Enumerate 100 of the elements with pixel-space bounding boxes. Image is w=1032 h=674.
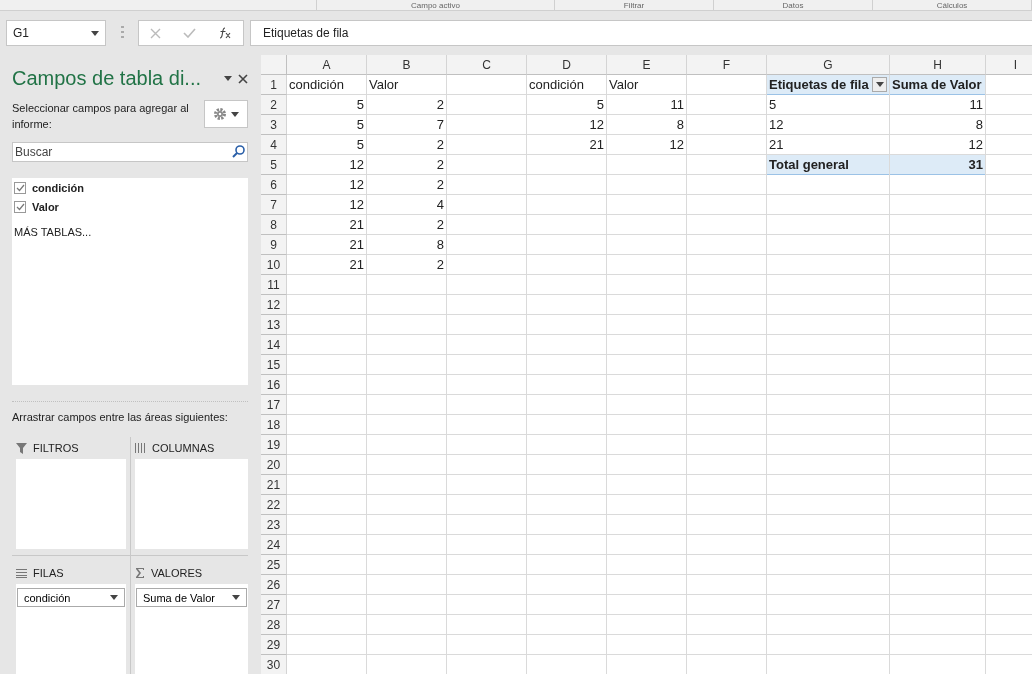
field-label[interactable]: condición <box>32 182 84 194</box>
column-header[interactable]: H <box>890 55 986 75</box>
table-cell-text: 12 <box>348 156 365 174</box>
function-icon[interactable] <box>218 27 232 39</box>
column-header[interactable]: E <box>607 55 687 75</box>
table-cell-text: 11 <box>968 96 984 114</box>
search-field[interactable]: Buscar <box>12 142 248 162</box>
row-header[interactable]: 11 <box>261 275 287 295</box>
table-cell-text: 4 <box>435 196 445 214</box>
row-header[interactable]: 8 <box>261 215 287 235</box>
filter-icon <box>16 442 27 454</box>
row-header[interactable]: 10 <box>261 255 287 275</box>
table-cell-text: 2 <box>435 136 445 154</box>
row-header[interactable]: 4 <box>261 135 287 155</box>
row-header[interactable]: 27 <box>261 595 287 615</box>
row-header[interactable]: 20 <box>261 455 287 475</box>
formula-field[interactable]: Etiquetas de fila <box>250 20 1032 46</box>
ribbon-group-label: Datos <box>714 0 873 10</box>
table-cell-text: 2 <box>435 96 445 114</box>
table-cell-text: 21 <box>588 136 605 154</box>
column-header[interactable]: B <box>367 55 447 75</box>
caret-icon <box>232 595 240 600</box>
column-header[interactable]: I <box>986 55 1032 75</box>
area-field-button[interactable]: Suma de Valor <box>136 588 247 607</box>
table-cell-text: Valor <box>608 76 640 94</box>
row-header[interactable]: 15 <box>261 355 287 375</box>
table-cell-text: 21 <box>348 256 365 274</box>
column-header[interactable]: G <box>767 55 890 75</box>
more-tables-link[interactable]: MÁS TABLAS... <box>14 226 246 238</box>
column-header[interactable]: F <box>687 55 767 75</box>
row-header[interactable]: 19 <box>261 435 287 455</box>
table-cell-text: 2 <box>435 216 445 234</box>
row-header[interactable]: 30 <box>261 655 287 674</box>
row-header[interactable]: 13 <box>261 315 287 335</box>
field-label[interactable]: Valor <box>32 201 59 213</box>
area-label: COLUMNAS <box>152 442 215 454</box>
rows-icon <box>16 568 27 578</box>
pane-options-icon <box>224 76 232 81</box>
row-header[interactable]: 21 <box>261 475 287 495</box>
row-header[interactable]: 17 <box>261 395 287 415</box>
table-cell: 31 <box>890 155 985 174</box>
table-cell-text: 12 <box>768 116 785 134</box>
row-header[interactable]: 6 <box>261 175 287 195</box>
row-header[interactable]: 2 <box>261 95 287 115</box>
settings-button[interactable] <box>204 100 248 128</box>
row-header[interactable]: 3 <box>261 115 287 135</box>
table-cell-text: condición <box>288 76 345 94</box>
gear-icon <box>213 107 227 121</box>
pane-title: Campos de tabla di... <box>12 67 201 90</box>
row-header[interactable]: 26 <box>261 575 287 595</box>
table-cell-text: 5 <box>355 136 365 154</box>
close-icon[interactable] <box>238 73 248 84</box>
table-cell-text: 8 <box>435 236 445 254</box>
ribbon-group-label: Cálculos <box>873 0 1032 10</box>
row-header[interactable]: 7 <box>261 195 287 215</box>
areas-hint: Arrastrar campos entre las áreas siguientes: <box>12 401 248 423</box>
table-cell-text: 12 <box>967 136 984 154</box>
table-cell-text: 11 <box>669 96 685 114</box>
row-header[interactable]: 28 <box>261 615 287 635</box>
area-label: FILTROS <box>33 442 79 454</box>
row-header[interactable]: 24 <box>261 535 287 555</box>
sigma-icon <box>135 568 145 578</box>
row-header[interactable]: 25 <box>261 555 287 575</box>
row-header[interactable]: 22 <box>261 495 287 515</box>
columns-icon <box>135 443 146 453</box>
column-header[interactable]: D <box>527 55 607 75</box>
area-field-button[interactable]: condición <box>17 588 125 607</box>
table-cell-text: 2 <box>435 176 445 194</box>
area-label: FILAS <box>33 567 64 579</box>
caret-icon <box>231 111 239 117</box>
table-cell-text: condición <box>528 76 585 94</box>
area-label: VALORES <box>151 567 203 579</box>
name-box[interactable]: G1 <box>6 20 106 46</box>
table-cell-text: 7 <box>435 116 445 134</box>
table-cell-text: Valor <box>368 76 400 94</box>
table-cell-text: 2 <box>435 156 445 174</box>
row-header[interactable]: 29 <box>261 635 287 655</box>
row-header[interactable]: 9 <box>261 235 287 255</box>
check-icon[interactable] <box>183 28 196 38</box>
row-header[interactable]: 12 <box>261 295 287 315</box>
row-header[interactable]: 16 <box>261 375 287 395</box>
filter-dropdown-button[interactable] <box>872 77 887 92</box>
row-header[interactable]: 1 <box>261 75 287 95</box>
row-header[interactable]: 14 <box>261 335 287 355</box>
checkbox[interactable] <box>14 182 26 194</box>
row-header[interactable]: 5 <box>261 155 287 175</box>
search-icon <box>232 145 245 158</box>
grip-icon <box>120 25 124 38</box>
checkbox[interactable] <box>14 201 26 213</box>
table-cell: Total general <box>767 155 889 174</box>
table-cell-text: 5 <box>355 96 365 114</box>
column-header[interactable]: C <box>447 55 527 75</box>
table-cell-text: 5 <box>595 96 605 114</box>
caret-icon <box>110 595 118 600</box>
row-header[interactable]: 23 <box>261 515 287 535</box>
table-cell-text: 5 <box>768 96 778 114</box>
row-header[interactable]: 18 <box>261 415 287 435</box>
table-cell-text: 12 <box>668 136 685 154</box>
column-header[interactable]: A <box>287 55 367 75</box>
caret-icon <box>91 30 99 36</box>
